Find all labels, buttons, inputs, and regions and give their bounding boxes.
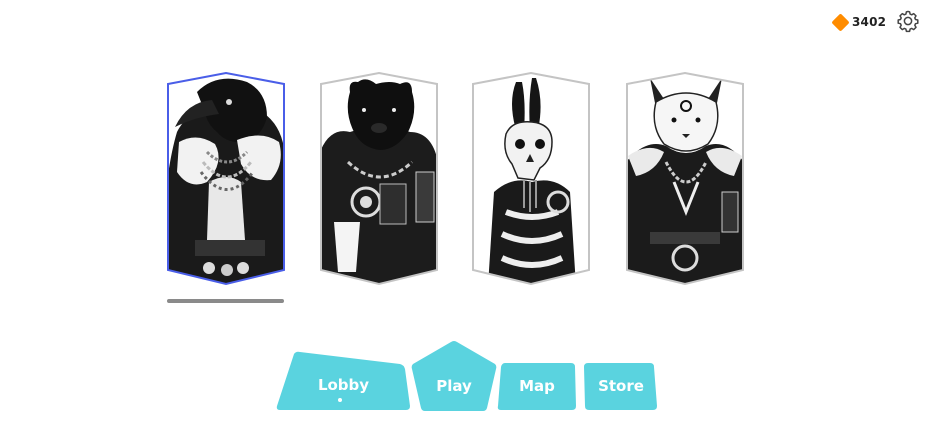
lobby-button[interactable]: Lobby <box>276 350 411 412</box>
map-label: Map <box>519 377 555 395</box>
currency-amount: 3402 <box>852 15 887 29</box>
play-button[interactable]: Play <box>411 340 497 412</box>
bear-portrait <box>321 73 437 284</box>
raven-portrait <box>168 73 284 284</box>
play-button-shape <box>411 341 497 411</box>
gem-icon <box>831 12 850 32</box>
store-button[interactable]: Store <box>584 363 658 410</box>
fox-portrait <box>627 73 743 284</box>
currency-display: 3402 <box>831 12 887 32</box>
rabbit-portrait <box>473 73 589 284</box>
store-label: Store <box>598 377 644 395</box>
gear-icon <box>897 10 919 33</box>
settings-button[interactable] <box>896 9 920 33</box>
map-button[interactable]: Map <box>497 363 577 410</box>
active-dot <box>338 398 342 402</box>
character-card-fox[interactable] <box>626 72 744 286</box>
character-card-rabbit[interactable] <box>472 72 590 286</box>
selection-indicator <box>167 299 284 303</box>
play-label: Play <box>436 377 472 395</box>
character-card-raven[interactable] <box>167 72 285 286</box>
character-card-bear[interactable] <box>320 72 438 286</box>
lobby-label: Lobby <box>317 376 370 394</box>
